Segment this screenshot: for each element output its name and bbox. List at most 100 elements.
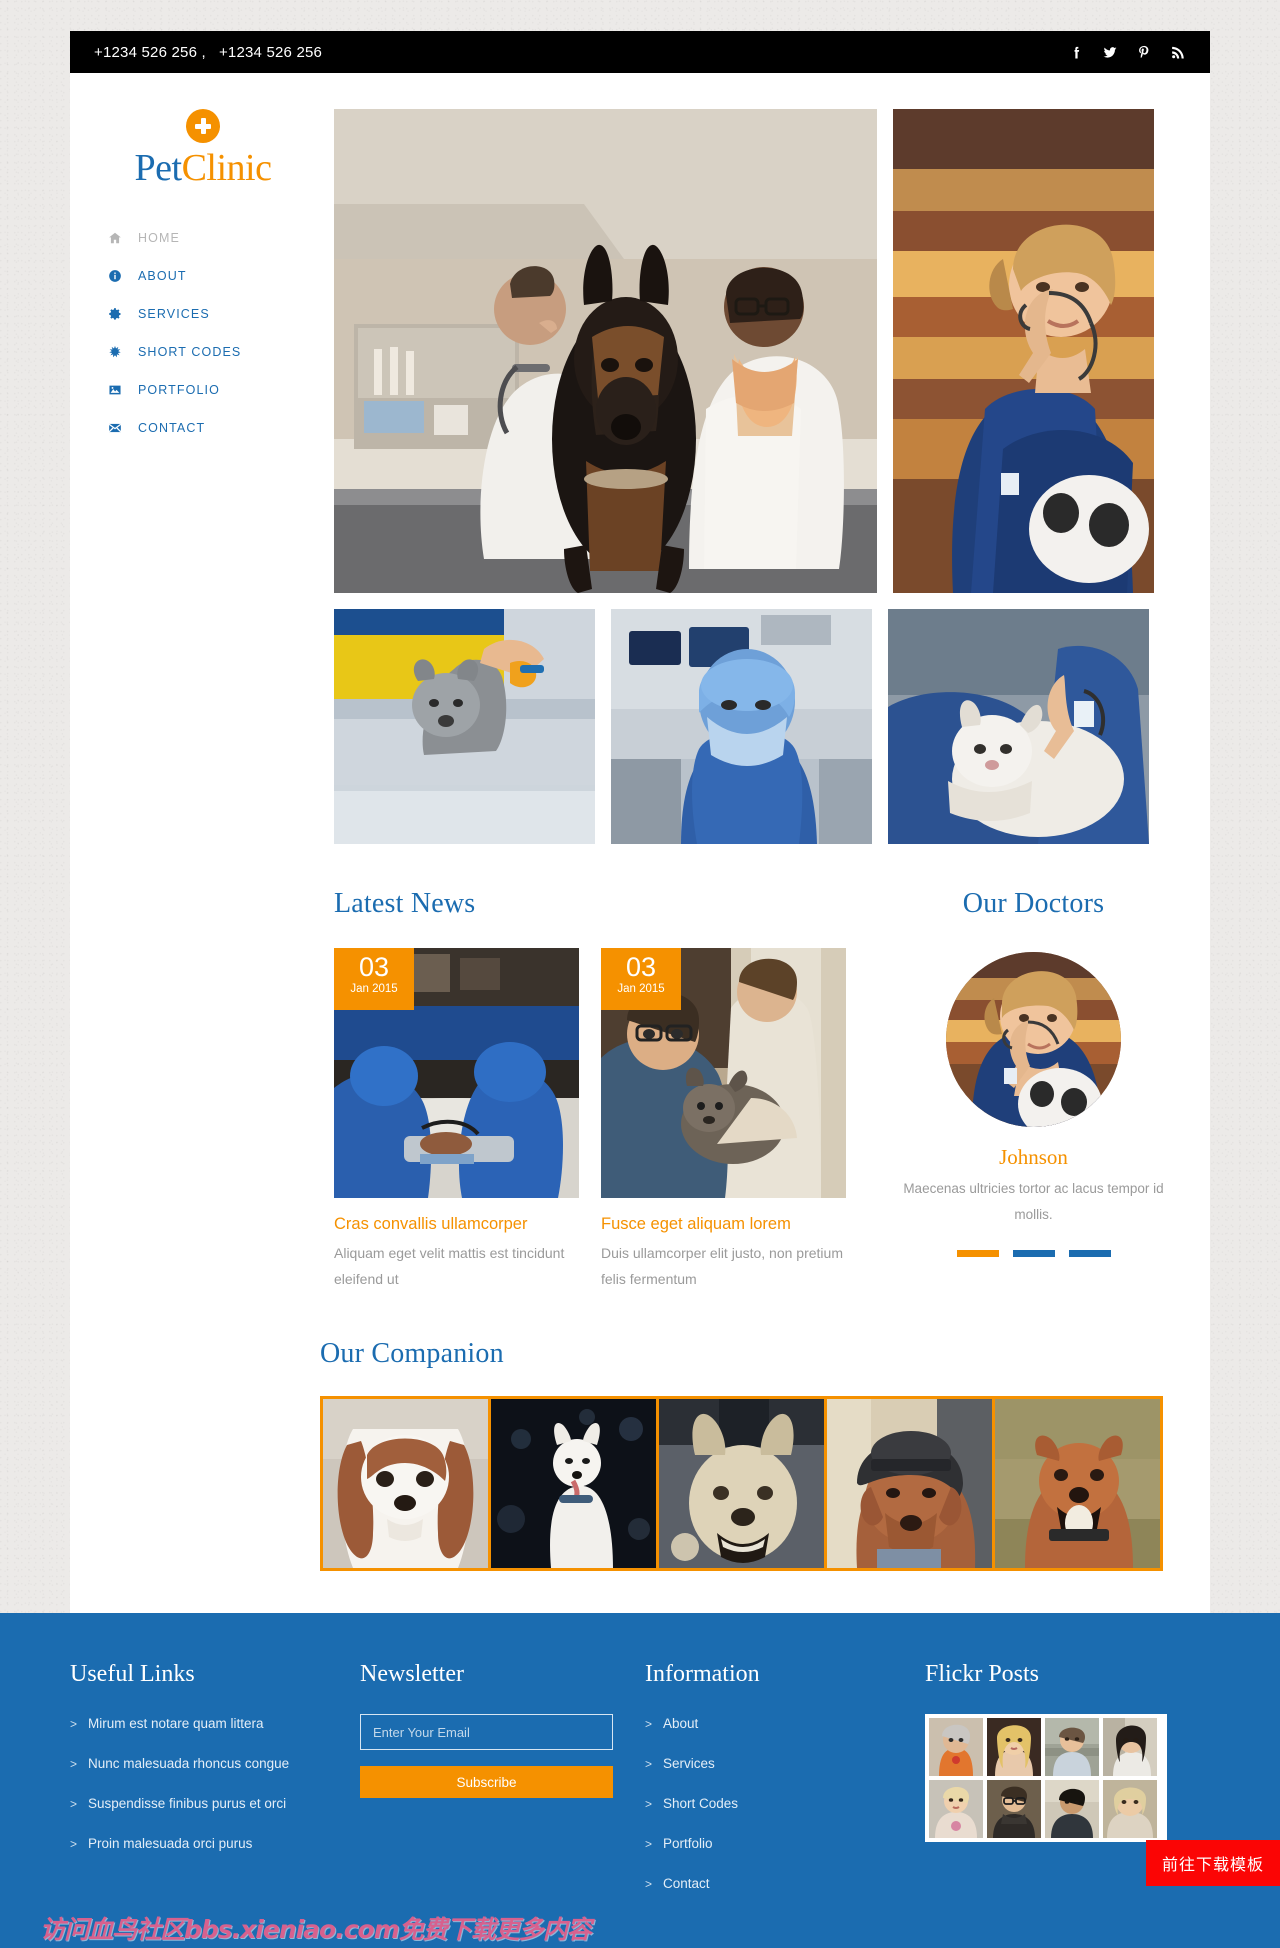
thumbnail-image-3[interactable] xyxy=(888,609,1149,844)
useful-link-item[interactable]: > Proin malesuada orci purus xyxy=(70,1834,360,1854)
useful-link-item[interactable]: > Nunc malesuada rhoncus congue xyxy=(70,1754,360,1774)
nav-label-short-codes: SHORT CODES xyxy=(138,345,242,359)
news-title[interactable]: Fusce eget aliquam lorem xyxy=(601,1214,846,1234)
chevron-right-icon: > xyxy=(70,1797,78,1811)
information-item-about[interactable]: > About xyxy=(645,1714,925,1734)
content-column: Latest News 03 Jan 2015 Cras convallis u… xyxy=(320,73,1210,1573)
flickr-thumb-5[interactable] xyxy=(929,1780,983,1838)
useful-link-label: Nunc malesuada rhoncus congue xyxy=(88,1756,290,1771)
image-icon xyxy=(108,383,128,397)
home-icon xyxy=(108,231,128,245)
flickr-posts-title: Flickr Posts xyxy=(925,1661,1040,1687)
thumbnail-row xyxy=(334,609,1164,844)
news-thumbnail[interactable]: 03 Jan 2015 xyxy=(601,948,846,1198)
information-item-services[interactable]: > Services xyxy=(645,1754,925,1774)
useful-link-item[interactable]: > Mirum est notare quam littera xyxy=(70,1714,360,1734)
information-item-contact[interactable]: > Contact xyxy=(645,1874,925,1894)
logo-text: PetClinic xyxy=(108,149,298,187)
top-bar: +1234 526 256 , +1234 526 256 xyxy=(70,31,1210,73)
pinterest-icon[interactable] xyxy=(1136,44,1152,61)
chevron-right-icon: > xyxy=(645,1717,653,1731)
useful-links-list: > Mirum est notare quam littera > Nunc mal… xyxy=(70,1714,360,1854)
hero-gallery xyxy=(334,109,1164,593)
envelope-icon xyxy=(108,421,128,435)
hero-main-image[interactable] xyxy=(334,109,877,593)
companion-image-4[interactable] xyxy=(827,1399,992,1568)
useful-link-label: Suspendisse finibus purus et orci xyxy=(88,1796,287,1811)
information-item-portfolio[interactable]: > Portfolio xyxy=(645,1834,925,1854)
sidebar: PetClinic HOME ABOUT SERVICES SHORT CODE… xyxy=(70,73,320,1573)
doctor-pagination-dot-3[interactable] xyxy=(1068,1250,1111,1257)
news-day: 03 xyxy=(625,952,657,982)
doctor-carousel-pagination xyxy=(903,1250,1164,1257)
useful-link-label: Mirum est notare quam littera xyxy=(88,1716,264,1731)
flickr-thumbnail-grid xyxy=(925,1714,1167,1842)
news-month: Jan 2015 xyxy=(617,983,665,995)
chevron-right-icon: > xyxy=(70,1837,78,1851)
site-footer: Useful Links > Mirum est notare quam litt… xyxy=(0,1613,1280,1948)
chevron-right-icon: > xyxy=(645,1877,653,1891)
news-card: 03 Jan 2015 xyxy=(601,948,846,1292)
news-thumbnail[interactable]: 03 Jan 2015 xyxy=(334,948,579,1198)
facebook-icon[interactable] xyxy=(1068,44,1084,61)
chevron-right-icon: > xyxy=(645,1837,653,1851)
flickr-thumb-6[interactable] xyxy=(987,1780,1041,1838)
useful-link-item[interactable]: > Suspendisse finibus purus et orci xyxy=(70,1794,360,1814)
news-list: 03 Jan 2015 Cras convallis ullamcorper A… xyxy=(334,948,881,1292)
nav-item-services[interactable]: SERVICES xyxy=(108,295,320,333)
news-and-doctors-row: Latest News 03 Jan 2015 Cras convallis u… xyxy=(334,888,1164,1292)
information-label: Short Codes xyxy=(663,1796,739,1811)
newsletter-title: Newsletter xyxy=(360,1661,464,1687)
flickr-thumb-3[interactable] xyxy=(1045,1718,1099,1776)
nav-item-portfolio[interactable]: PORTFOLIO xyxy=(108,371,320,409)
companion-image-5[interactable] xyxy=(995,1399,1160,1568)
info-icon xyxy=(108,269,128,283)
news-title[interactable]: Cras convallis ullamcorper xyxy=(334,1214,579,1234)
information-title: Information xyxy=(645,1661,760,1687)
news-day: 03 xyxy=(358,952,390,982)
flickr-thumb-4[interactable] xyxy=(1103,1718,1157,1776)
doctor-description: Maecenas ultricies tortor ac lacus tempo… xyxy=(903,1181,1164,1222)
information-label: Contact xyxy=(663,1876,710,1891)
twitter-icon[interactable] xyxy=(1102,44,1118,61)
news-desc: Aliquam eget velit mattis est tincidunt … xyxy=(334,1245,565,1287)
download-template-button[interactable]: 前往下载模板 xyxy=(1145,1840,1280,1886)
newsletter-email-input[interactable] xyxy=(360,1714,613,1750)
subscribe-button[interactable]: Subscribe xyxy=(360,1766,613,1798)
plus-circle-icon xyxy=(186,109,220,143)
flickr-thumb-7[interactable] xyxy=(1045,1780,1099,1838)
footer-columns: Useful Links > Mirum est notare quam litt… xyxy=(70,1661,1210,1914)
companion-image-3[interactable] xyxy=(659,1399,824,1568)
information-item-short-codes[interactable]: > Short Codes xyxy=(645,1794,925,1814)
hero-side-image[interactable] xyxy=(893,109,1154,593)
nav-item-contact[interactable]: CONTACT xyxy=(108,409,320,447)
our-companion-title: Our Companion xyxy=(320,1338,504,1369)
information-label: Portfolio xyxy=(663,1836,713,1851)
site-logo[interactable]: PetClinic xyxy=(108,109,298,187)
thumbnail-image-1[interactable] xyxy=(334,609,595,844)
nav-label-home: HOME xyxy=(138,231,180,245)
information-label: About xyxy=(663,1716,699,1731)
flickr-thumb-8[interactable] xyxy=(1103,1780,1157,1838)
doctor-pagination-dot-2[interactable] xyxy=(1012,1250,1055,1257)
footer-useful-links: Useful Links > Mirum est notare quam litt… xyxy=(70,1661,360,1914)
flickr-thumb-1[interactable] xyxy=(929,1718,983,1776)
nav-label-services: SERVICES xyxy=(138,307,210,321)
doctor-avatar[interactable] xyxy=(946,952,1121,1127)
logo-text-clinic: Clinic xyxy=(181,147,272,189)
companion-image-1[interactable] xyxy=(323,1399,488,1568)
page-root: +1234 526 256 , +1234 526 256 PetClinic … xyxy=(0,31,1280,1948)
flickr-thumb-2[interactable] xyxy=(987,1718,1041,1776)
news-month: Jan 2015 xyxy=(350,983,398,995)
information-label: Services xyxy=(663,1756,715,1771)
companion-image-2[interactable] xyxy=(491,1399,656,1568)
nav-item-about[interactable]: ABOUT xyxy=(108,257,320,295)
rss-icon[interactable] xyxy=(1170,44,1186,61)
companion-gallery xyxy=(320,1396,1163,1571)
thumbnail-image-2[interactable] xyxy=(611,609,872,844)
useful-links-title: Useful Links xyxy=(70,1661,195,1687)
nav-item-short-codes[interactable]: SHORT CODES xyxy=(108,333,320,371)
doctor-pagination-dot-1[interactable] xyxy=(956,1250,999,1257)
nav-item-home[interactable]: HOME xyxy=(108,219,320,257)
chevron-right-icon: > xyxy=(70,1757,78,1771)
